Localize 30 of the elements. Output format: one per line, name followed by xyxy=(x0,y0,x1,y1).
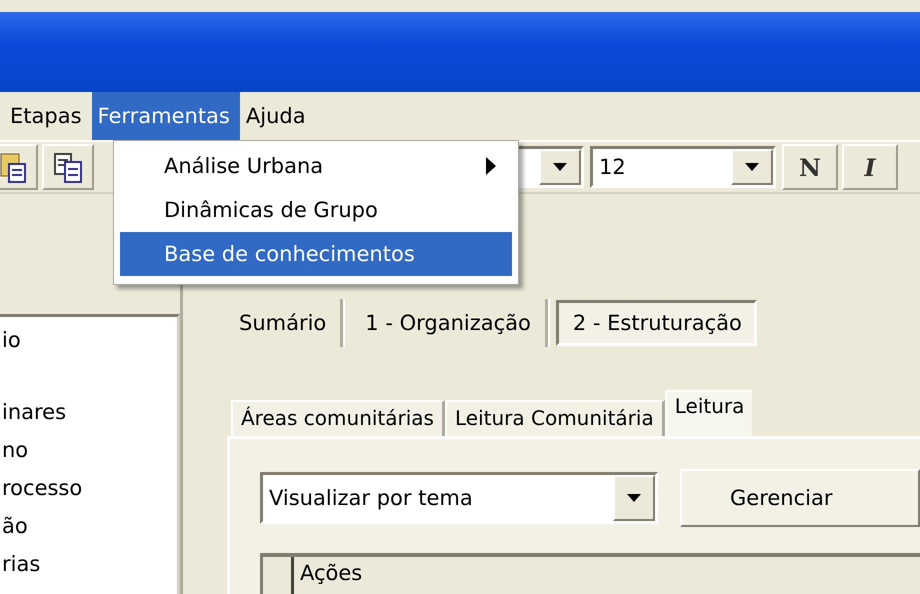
menu-item[interactable]: Análise Urbana xyxy=(120,144,512,188)
step-tab[interactable]: 2 - Estruturação xyxy=(556,300,757,346)
menu-item[interactable]: Base de conhecimentos xyxy=(120,232,512,276)
step-tab[interactable]: 1 - Organização xyxy=(351,311,545,335)
tab[interactable]: Leitura xyxy=(664,390,752,436)
paste-icon[interactable] xyxy=(0,144,38,190)
font-size-select[interactable]: 12 xyxy=(590,146,776,188)
tab[interactable]: Áreas comunitárias xyxy=(231,400,445,436)
list-item[interactable]: no xyxy=(0,431,177,469)
list-item[interactable]: rias xyxy=(0,545,177,583)
dropdown-arrow-icon xyxy=(745,163,759,171)
column-header[interactable]: Ações xyxy=(294,557,368,594)
menu-item[interactable]: Ajuda xyxy=(240,92,316,140)
list-item[interactable]: rocesso xyxy=(0,469,177,507)
list-item[interactable]: io xyxy=(0,321,177,359)
italic-button[interactable]: I xyxy=(842,144,898,190)
dropdown-arrow-icon xyxy=(627,494,641,502)
dropdown-arrow-icon xyxy=(553,163,567,171)
menu-item[interactable]: Etapas xyxy=(4,92,92,140)
menu-item[interactable]: Dinâmicas de Grupo xyxy=(120,188,512,232)
step-tab[interactable]: Sumário xyxy=(225,311,340,335)
copy-icon[interactable] xyxy=(42,144,94,190)
menu-item[interactable]: Ferramentas xyxy=(92,92,240,140)
view-select[interactable]: Visualizar por tema xyxy=(260,472,658,524)
submenu-arrow-icon xyxy=(486,157,496,175)
list-item[interactable]: inares xyxy=(0,393,177,431)
bold-button[interactable]: N xyxy=(782,144,838,190)
list-item[interactable]: ão xyxy=(0,507,177,545)
tab[interactable]: Leitura Comunitária xyxy=(444,400,665,436)
manage-button[interactable]: Gerenciar xyxy=(680,469,920,527)
